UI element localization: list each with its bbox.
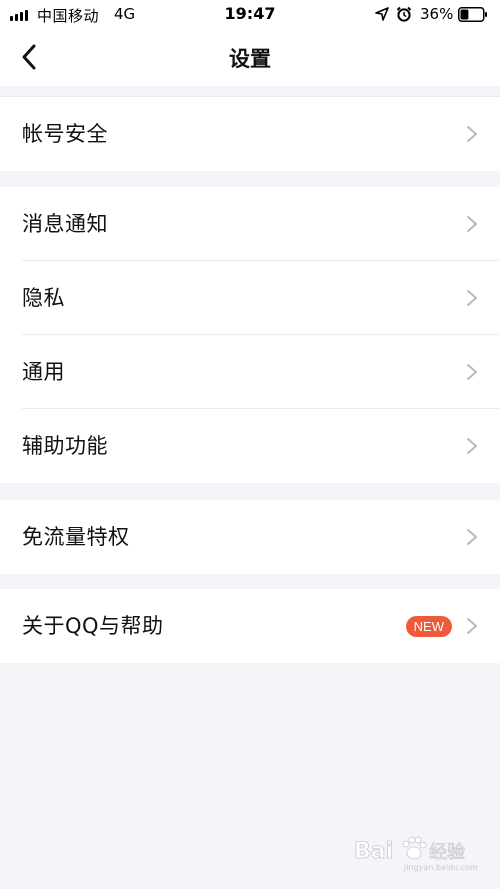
settings-item-free-data[interactable]: 免流量特权 [0,500,500,574]
baidu-watermark: Bai 经验 jingyan.baidu.com [354,836,478,872]
alarm-icon [396,6,412,22]
settings-item-account-security[interactable]: 帐号安全 [0,97,500,171]
settings-group-about: 关于QQ与帮助 NEW [0,589,500,663]
settings-item-notifications[interactable]: 消息通知 [0,187,500,261]
paw-icon [402,836,427,860]
chevron-right-icon [467,438,477,454]
settings-item-about-help[interactable]: 关于QQ与帮助 NEW [0,589,500,663]
settings-item-general[interactable]: 通用 [0,335,500,409]
battery-icon [458,7,487,22]
settings-group-general: 消息通知 隐私 通用 辅助功能 [0,187,500,483]
settings-item-label: 消息通知 [22,212,108,236]
settings-group-account: 帐号安全 [0,97,500,171]
settings-group-data: 免流量特权 [0,500,500,574]
status-bar: 中国移动 4G 19:47 36% [0,0,500,30]
watermark-subtext: jingyan.baidu.com [403,863,478,872]
chevron-right-icon [467,216,477,232]
chevron-right-icon [467,529,477,545]
header: 中国移动 4G 19:47 36% 设置 [0,0,500,86]
chevron-right-icon [467,126,477,142]
new-badge: NEW [405,616,452,637]
settings-item-privacy[interactable]: 隐私 [0,261,500,335]
chevron-right-icon [467,364,477,380]
watermark-text-cn: 经验 [429,842,465,863]
settings-item-label: 辅助功能 [22,434,108,458]
page-title: 设置 [229,47,271,71]
settings-item-label: 隐私 [22,286,65,310]
settings-item-label: 关于QQ与帮助 [22,614,164,638]
chevron-right-icon [467,618,477,634]
chevron-right-icon [467,290,477,306]
nav-bar: 设置 [0,30,500,86]
settings-item-label: 帐号安全 [22,122,108,146]
settings-item-label: 免流量特权 [22,525,130,549]
watermark-text-latin: Bai [354,839,393,864]
location-icon [375,7,389,21]
settings-item-accessibility[interactable]: 辅助功能 [0,409,500,483]
battery-percent: 36% [420,5,454,23]
settings-item-label: 通用 [22,360,65,384]
